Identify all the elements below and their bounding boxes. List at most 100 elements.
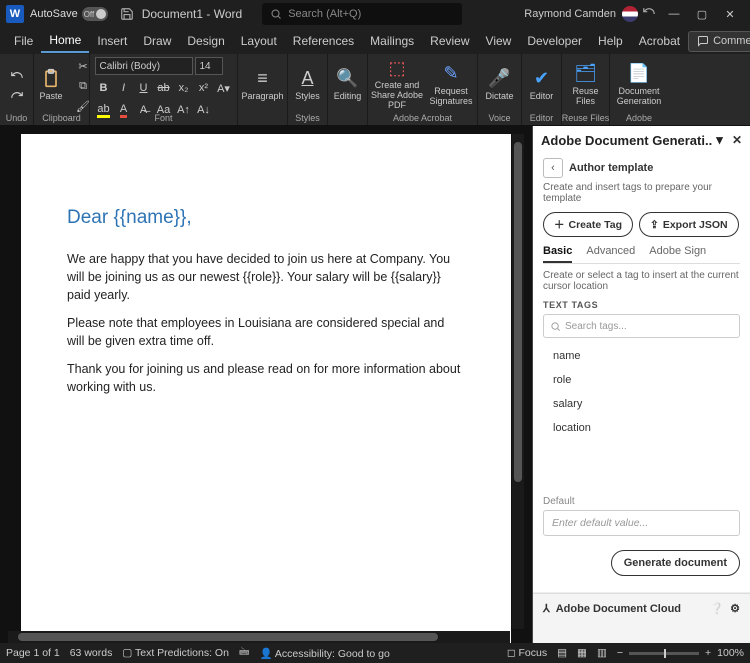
- create-share-pdf-button[interactable]: ⬚Create and Share Adobe PDF: [370, 57, 424, 111]
- zoom-level[interactable]: 100%: [717, 647, 744, 659]
- clear-format-button[interactable]: A̶: [135, 101, 153, 119]
- undo-button[interactable]: [8, 66, 26, 84]
- default-value-input[interactable]: Enter default value...: [543, 510, 740, 536]
- tag-item-role[interactable]: role: [543, 368, 740, 392]
- minimize-button[interactable]: —: [660, 4, 688, 24]
- font-color-button[interactable]: A: [115, 101, 133, 119]
- menu-acrobat[interactable]: Acrobat: [631, 30, 688, 52]
- menu-design[interactable]: Design: [179, 30, 232, 52]
- superscript-button[interactable]: x²: [195, 79, 213, 97]
- request-signatures-button[interactable]: ✎Request Signatures: [427, 57, 475, 111]
- settings-icon[interactable]: ⚙: [730, 602, 740, 615]
- vertical-scroll-thumb[interactable]: [514, 142, 522, 482]
- reuse-icon: 🗂: [574, 61, 598, 85]
- view-read-icon[interactable]: ▦: [577, 647, 587, 659]
- doc-paragraph-2: Please note that employees in Louisiana …: [67, 314, 465, 350]
- tab-advanced[interactable]: Advanced: [586, 245, 635, 263]
- sync-icon[interactable]: [641, 6, 657, 22]
- grow-font-button[interactable]: A↑: [175, 101, 193, 119]
- bold-button[interactable]: B: [95, 79, 113, 97]
- search-input[interactable]: Search (Alt+Q): [262, 3, 462, 25]
- shrink-font-button[interactable]: A↓: [195, 101, 213, 119]
- menu-review[interactable]: Review: [422, 30, 477, 52]
- menu-references[interactable]: References: [285, 30, 362, 52]
- panel-back-button[interactable]: ‹: [543, 158, 563, 178]
- editing-button[interactable]: 🔍Editing: [330, 57, 366, 111]
- menu-mailings[interactable]: Mailings: [362, 30, 422, 52]
- save-icon[interactable]: [119, 6, 135, 22]
- panel-footer: ⅄ Adobe Document Cloud ❔ ⚙: [533, 593, 750, 623]
- menu-help[interactable]: Help: [590, 30, 631, 52]
- panel-header: Adobe Document Generati.. ▾ ✕: [533, 126, 750, 152]
- toggle-off-icon[interactable]: Off: [82, 7, 108, 21]
- zoom-in-button[interactable]: +: [705, 647, 711, 659]
- paragraph-button[interactable]: ≡Paragraph: [239, 57, 287, 111]
- status-language-icon[interactable]: 🖮: [239, 644, 250, 662]
- status-page[interactable]: Page 1 of 1: [6, 647, 60, 659]
- tab-basic[interactable]: Basic: [543, 245, 572, 263]
- highlight-button[interactable]: ab: [95, 101, 113, 119]
- reuse-files-button[interactable]: 🗂Reuse Files: [564, 57, 608, 111]
- zoom-control[interactable]: − + 100%: [617, 647, 744, 659]
- help-icon[interactable]: ❔: [710, 602, 724, 615]
- group-styles-label: Styles: [295, 113, 320, 123]
- status-words[interactable]: 63 words: [70, 647, 113, 659]
- text-effects-button[interactable]: A▾: [215, 79, 233, 97]
- italic-button[interactable]: I: [115, 79, 133, 97]
- redo-button[interactable]: [8, 86, 26, 104]
- subscript-button[interactable]: x₂: [175, 79, 193, 97]
- panel-subtitle: Create and insert tags to prepare your t…: [543, 182, 740, 204]
- search-placeholder: Search (Alt+Q): [288, 8, 361, 20]
- dictate-button[interactable]: 🎤Dictate: [480, 57, 520, 111]
- horizontal-scrollbar[interactable]: [8, 631, 510, 643]
- close-button[interactable]: ✕: [716, 4, 744, 24]
- tab-adobe-sign[interactable]: Adobe Sign: [649, 245, 706, 263]
- comments-button[interactable]: Comments ▾: [688, 31, 750, 52]
- vertical-scrollbar[interactable]: [512, 134, 524, 629]
- create-tag-button[interactable]: ＋ Create Tag: [543, 212, 633, 237]
- search-icon: [550, 321, 561, 332]
- user-name[interactable]: Raymond Camden: [524, 8, 616, 20]
- view-print-icon[interactable]: ▤: [557, 647, 567, 659]
- menu-file[interactable]: File: [6, 30, 41, 52]
- ribbon: Undo Paste ✂ ⧉ 🖌 Clipboard Calibri (Body…: [0, 54, 750, 126]
- menu-layout[interactable]: Layout: [233, 30, 285, 52]
- autosave-toggle[interactable]: AutoSave Off: [30, 7, 108, 21]
- status-predictions[interactable]: ▢ Text Predictions: On: [122, 647, 229, 659]
- search-tags-input[interactable]: Search tags...: [543, 314, 740, 338]
- chevron-down-icon[interactable]: ▾: [716, 132, 723, 148]
- status-bar: Page 1 of 1 63 words ▢ Text Predictions:…: [0, 643, 750, 663]
- font-size-select[interactable]: 14: [195, 57, 223, 75]
- user-avatar-icon[interactable]: [622, 6, 638, 22]
- tag-item-location[interactable]: location: [543, 416, 740, 440]
- menu-home[interactable]: Home: [41, 29, 89, 53]
- zoom-slider[interactable]: [629, 652, 699, 655]
- tag-item-name[interactable]: name: [543, 344, 740, 368]
- default-label: Default: [543, 496, 740, 507]
- document-page[interactable]: Dear {{name}}, We are happy that you hav…: [21, 134, 511, 643]
- undo-icon: [10, 68, 24, 82]
- styles-button[interactable]: AStyles: [290, 57, 326, 111]
- document-generation-button[interactable]: 📄Document Generation: [612, 57, 666, 111]
- menu-insert[interactable]: Insert: [89, 30, 135, 52]
- menu-draw[interactable]: Draw: [135, 30, 179, 52]
- zoom-out-button[interactable]: −: [617, 647, 623, 659]
- strike-button[interactable]: ab: [155, 79, 173, 97]
- editor-button[interactable]: ✔Editor: [524, 57, 560, 111]
- menu-view[interactable]: View: [478, 30, 520, 52]
- paste-button[interactable]: Paste: [31, 57, 71, 111]
- docgen-icon: 📄: [627, 61, 651, 85]
- focus-mode-button[interactable]: ◻ Focus: [507, 647, 547, 659]
- menu-bar: File Home Insert Draw Design Layout Refe…: [0, 28, 750, 54]
- generate-document-button[interactable]: Generate document: [611, 550, 740, 576]
- tag-item-salary[interactable]: salary: [543, 392, 740, 416]
- export-json-button[interactable]: ⇪ Export JSON: [639, 212, 739, 237]
- menu-developer[interactable]: Developer: [519, 30, 590, 52]
- maximize-button[interactable]: ▢: [688, 4, 716, 24]
- font-name-select[interactable]: Calibri (Body): [95, 57, 193, 75]
- horizontal-scroll-thumb[interactable]: [18, 633, 438, 641]
- panel-close-button[interactable]: ✕: [732, 133, 742, 147]
- underline-button[interactable]: U: [135, 79, 153, 97]
- status-accessibility[interactable]: 👤 Accessibility: Good to go: [259, 647, 389, 660]
- view-web-icon[interactable]: ▥: [597, 647, 607, 659]
